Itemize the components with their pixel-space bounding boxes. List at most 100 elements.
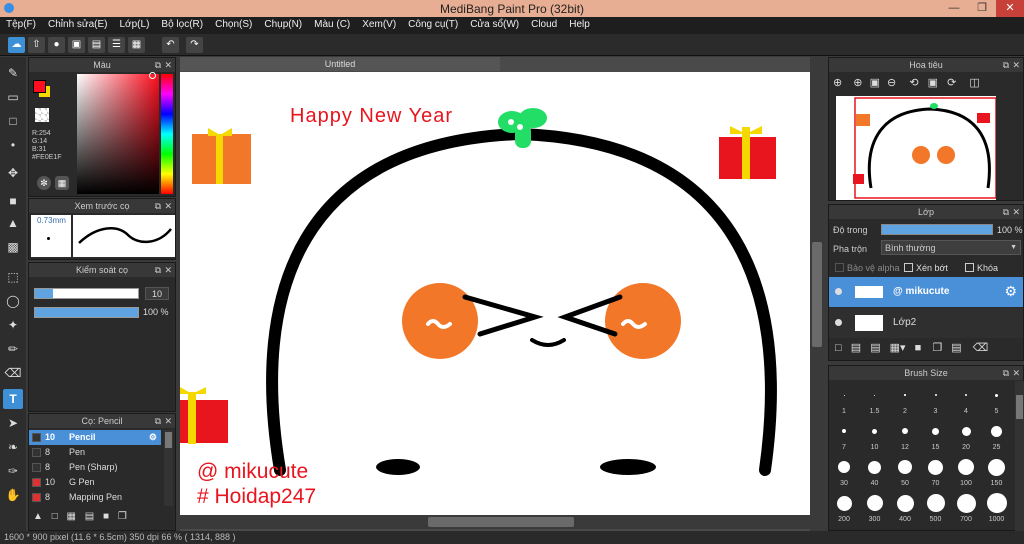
foreground-color-swatch[interactable] <box>33 80 46 93</box>
visibility-icon[interactable] <box>835 319 842 326</box>
brush-item-pen-sharp[interactable]: 8 Pen (Sharp) <box>29 460 161 475</box>
select-rect-tool-icon[interactable]: ⬚ <box>3 267 23 287</box>
document-icon[interactable]: ▤ <box>88 37 105 53</box>
rotate-left-icon[interactable]: ⟲ <box>909 77 918 89</box>
merge-layer-icon[interactable]: ▤ <box>951 342 961 354</box>
close-icon[interactable]: ✕ <box>164 263 172 277</box>
saturation-value-picker[interactable] <box>77 74 159 194</box>
zoom-in-icon[interactable]: ⊕ <box>833 77 842 89</box>
brush-size-dot[interactable] <box>961 426 971 436</box>
protect-alpha-checkbox[interactable] <box>835 263 844 272</box>
move-tool-icon[interactable]: ✥ <box>3 163 23 183</box>
trash-icon[interactable]: ⌫ <box>973 342 989 354</box>
duplicate-layer-icon[interactable]: ❐ <box>932 342 942 354</box>
horizontal-scrollbar[interactable] <box>180 515 810 529</box>
add-brush-icon[interactable]: ▲ <box>33 511 43 522</box>
undo-icon[interactable]: ↶ <box>162 37 179 53</box>
eyedropper-icon[interactable]: ❧ <box>3 437 23 457</box>
menu-file[interactable]: Tệp(F) <box>0 17 42 30</box>
brush-list-scrollbar[interactable] <box>164 430 173 506</box>
layer-item-lop2[interactable]: Lớp2 <box>829 308 1023 338</box>
menu-layer[interactable]: Lớp(L) <box>114 17 156 30</box>
close-icon[interactable]: ✕ <box>164 199 172 213</box>
brush-size-dot[interactable] <box>874 394 875 396</box>
float-icon[interactable]: ⧉ <box>155 414 161 428</box>
brush-size-dot[interactable] <box>928 459 943 475</box>
menu-filter[interactable]: Bộ lọc(R) <box>155 17 209 30</box>
float-icon[interactable]: ⧉ <box>1003 205 1009 219</box>
brush-settings-icon[interactable]: ▦ <box>67 511 76 522</box>
dot-tool-icon[interactable]: • <box>3 135 23 155</box>
brush-size-dot[interactable] <box>843 394 845 396</box>
menu-color[interactable]: Màu (C) <box>308 17 356 30</box>
float-icon[interactable]: ⧉ <box>1003 366 1009 380</box>
close-icon[interactable]: ✕ <box>1012 58 1020 72</box>
brush-item-pencil[interactable]: 10 Pencil ⚙ <box>29 430 161 445</box>
copy-brush-icon[interactable]: ▤ <box>85 511 94 522</box>
magic-wand-icon[interactable]: ✦ <box>3 315 23 335</box>
navigator-thumbnail[interactable] <box>836 96 996 200</box>
fit-icon[interactable]: ▣ <box>870 77 880 89</box>
brush-size-dot[interactable] <box>838 461 850 473</box>
operation-tool-icon[interactable]: ➤ <box>3 413 23 433</box>
menu-tools[interactable]: Công cụ(T) <box>402 17 464 30</box>
bucket-tool-icon[interactable]: ▲ <box>3 213 23 233</box>
float-icon[interactable]: ⧉ <box>155 199 161 213</box>
visibility-icon[interactable] <box>835 288 842 295</box>
pen-nib-icon[interactable]: ✑ <box>3 461 23 481</box>
add-layer-menu-icon[interactable]: ▦▾ <box>890 342 906 354</box>
brush-size-dot[interactable] <box>868 460 881 474</box>
hand-tool-icon[interactable]: ✋ <box>3 485 23 505</box>
text-tool-icon[interactable]: T <box>3 389 23 409</box>
close-icon[interactable]: ✕ <box>164 58 172 72</box>
brush-opacity-slider[interactable] <box>34 307 139 318</box>
brush-size-dot[interactable] <box>926 494 945 512</box>
grid-icon[interactable]: ▦ <box>128 37 145 53</box>
document-tab[interactable]: Untitled <box>180 57 500 71</box>
menu-snap[interactable]: Chụp(N) <box>258 17 308 30</box>
float-icon[interactable]: ⧉ <box>1003 58 1009 72</box>
brush-size-slider[interactable] <box>34 288 139 299</box>
lasso-tool-icon[interactable]: ◯ <box>3 291 23 311</box>
restore-icon[interactable]: ❐ <box>968 0 996 17</box>
rotate-right-icon[interactable]: ⟳ <box>947 77 956 89</box>
color-picker-handle[interactable] <box>149 72 156 79</box>
menu-window[interactable]: Cửa sổ(W) <box>464 17 525 30</box>
brush-size-dot[interactable] <box>986 493 1007 513</box>
close-icon[interactable]: ✕ <box>996 0 1024 17</box>
transparent-swatch[interactable] <box>35 108 49 122</box>
brush-size-dot[interactable] <box>904 394 906 396</box>
rectangle-tool-icon[interactable]: □ <box>3 111 23 131</box>
duplicate-icon[interactable]: ❐ <box>118 511 127 522</box>
select-pen-icon[interactable]: ✏ <box>3 339 23 359</box>
palette-icon[interactable]: ▦ <box>55 176 69 190</box>
brush-size-dot[interactable] <box>836 495 852 511</box>
gradient-tool-icon[interactable]: ▩ <box>3 237 23 257</box>
comment-icon[interactable]: ● <box>48 37 65 53</box>
brush-size-dot[interactable] <box>898 460 912 474</box>
menu-view[interactable]: Xem(V) <box>356 17 402 30</box>
menu-cloud[interactable]: Cloud <box>525 17 563 30</box>
brush-size-dot[interactable] <box>958 459 974 475</box>
cloud-icon[interactable]: ☁ <box>8 37 25 53</box>
vertical-scrollbar[interactable] <box>810 72 824 522</box>
brush-size-dot[interactable] <box>956 493 976 513</box>
fill-rect-tool-icon[interactable]: ■ <box>3 191 23 211</box>
layer-item-mikucute[interactable]: @ mikucute ⚙ <box>829 277 1023 307</box>
brush-size-dot[interactable] <box>896 494 914 512</box>
redo-icon[interactable]: ↷ <box>186 37 203 53</box>
hue-slider[interactable] <box>161 74 173 194</box>
eraser-tool-icon[interactable]: ▭ <box>3 87 23 107</box>
brush-size-dot[interactable] <box>934 394 937 396</box>
brush-size-value[interactable]: 10 <box>145 287 169 300</box>
menu-edit[interactable]: Chỉnh sửa(E) <box>42 17 114 30</box>
gear-icon[interactable]: ⚙ <box>149 430 157 445</box>
brush-size-dot[interactable] <box>932 427 939 435</box>
brush-item-g-pen[interactable]: 10 G Pen <box>29 475 161 490</box>
brush-size-dot[interactable] <box>995 393 998 397</box>
menu-help[interactable]: Help <box>563 17 596 30</box>
close-icon[interactable]: ✕ <box>1012 205 1020 219</box>
zoom-out-icon[interactable]: ⊖ <box>887 77 896 89</box>
minimize-icon[interactable]: — <box>940 0 968 17</box>
brush-size-dot[interactable] <box>988 458 1005 476</box>
